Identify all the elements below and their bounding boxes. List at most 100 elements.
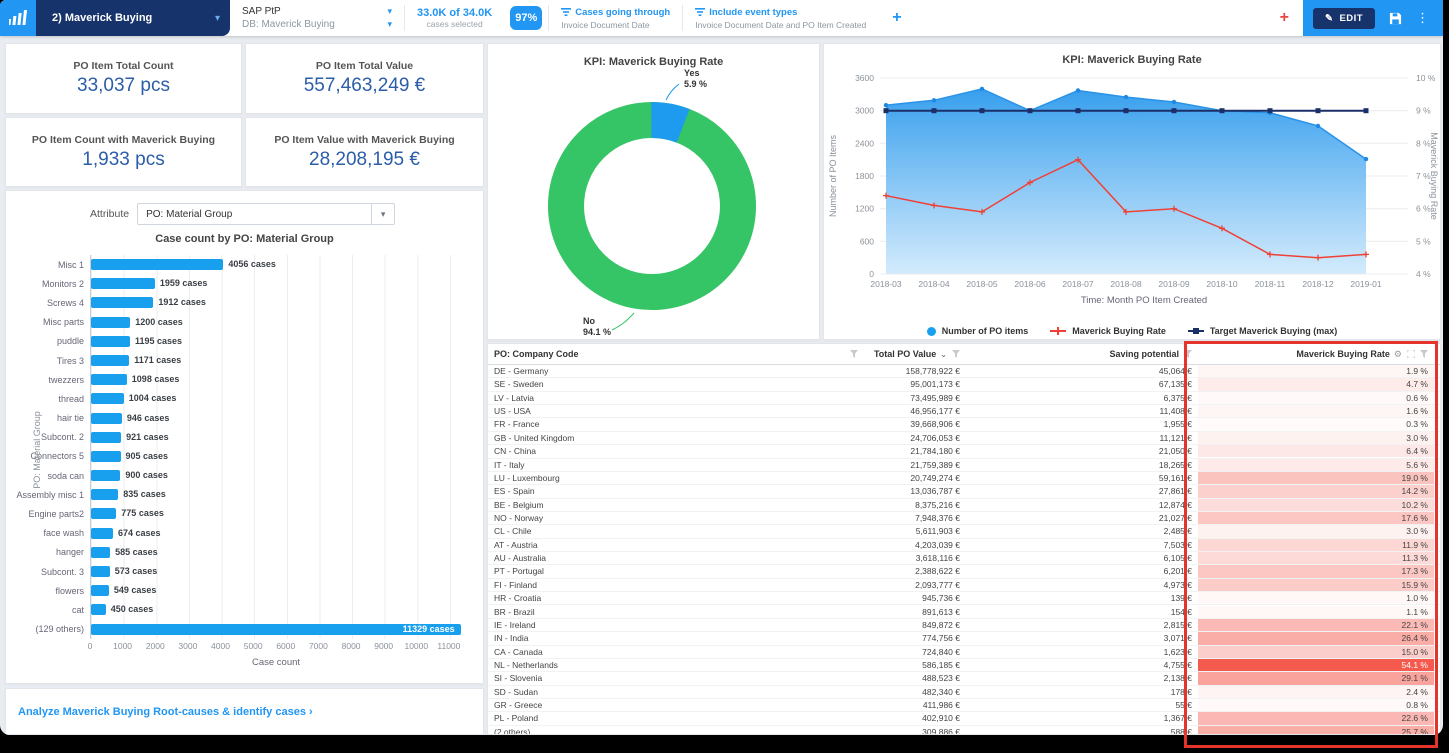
bar-value-label: 900 cases (125, 470, 168, 481)
column-header-maverick-buying-rate[interactable]: Maverick Buying Rate ⚙ (1198, 349, 1434, 360)
bar[interactable] (91, 604, 106, 615)
cell-total-po-value: 309,886 € (864, 726, 966, 735)
table-row[interactable]: CN - China 21,784,180 € 21,050 € 6.4 % (488, 445, 1440, 458)
bar[interactable] (91, 259, 223, 270)
filter-icon[interactable] (850, 350, 858, 358)
attribute-select[interactable]: PO: Material Group ▾ (137, 203, 395, 225)
filter-icon[interactable] (952, 350, 960, 358)
donut-slice-no[interactable] (566, 120, 738, 292)
bar[interactable] (91, 413, 122, 424)
bar[interactable] (91, 470, 120, 481)
gear-icon[interactable]: ⚙ (1394, 349, 1402, 360)
bar-value-label: 905 cases (126, 451, 169, 462)
filter-include-event-types[interactable]: Include event types Invoice Document Dat… (683, 0, 878, 36)
table-row[interactable]: FR - France 39,668,906 € 1,955 € 0.3 % (488, 418, 1440, 431)
bar[interactable] (91, 451, 121, 462)
table-row[interactable]: US - USA 46,956,177 € 11,408 € 1.6 % (488, 405, 1440, 418)
table-row[interactable]: SE - Sweden 95,001,173 € 67,135 € 4.7 % (488, 378, 1440, 391)
bar[interactable]: 11329 cases (91, 624, 461, 635)
bar[interactable] (91, 297, 153, 308)
table-row[interactable]: LU - Luxembourg 20,749,274 € 59,161 € 19… (488, 472, 1440, 485)
bar[interactable] (91, 566, 110, 577)
table-row[interactable]: GB - United Kingdom 24,706,053 € 11,121 … (488, 432, 1440, 445)
bar[interactable] (91, 489, 118, 500)
bar-category-label: soda can (6, 471, 90, 481)
datasource-primary[interactable]: SAP PtP ▾ (242, 6, 392, 17)
table-row[interactable]: CA - Canada 724,840 € 1,623 € 15.0 % (488, 646, 1440, 659)
bar[interactable] (91, 336, 130, 347)
add-filter-button[interactable]: + (878, 9, 915, 27)
cases-count: 33.0K of 34.0K (417, 7, 492, 19)
app-logo[interactable] (0, 0, 36, 36)
table-row[interactable]: IT - Italy 21,759,389 € 18,265 € 5.6 % (488, 459, 1440, 472)
table-row[interactable]: SI - Slovenia 488,523 € 2,138 € 29.1 % (488, 672, 1440, 685)
filter-cases-going-through[interactable]: Cases going through Invoice Document Dat… (549, 0, 682, 36)
table-row[interactable]: NO - Norway 7,948,376 € 21,027 € 17.6 % (488, 512, 1440, 525)
table-row[interactable]: HR - Croatia 945,736 € 139 € 1.0 % (488, 592, 1440, 605)
bar-row: soda can 900 cases (6, 466, 483, 485)
top-bar: 2) Maverick Buying ▾ SAP PtP ▾ DB: Maver… (0, 0, 1443, 36)
table-row[interactable]: CL - Chile 5,611,903 € 2,485 € 3.0 % (488, 525, 1440, 538)
bar[interactable] (91, 393, 124, 404)
column-header-total-po-value[interactable]: Total PO Value ⌄ (864, 349, 966, 359)
bar[interactable] (91, 374, 127, 385)
cell-total-po-value: 21,784,180 € (864, 445, 966, 457)
analysis-selector[interactable]: 2) Maverick Buying ▾ (36, 0, 230, 36)
cell-company-code: LV - Latvia (488, 392, 864, 404)
bar[interactable] (91, 547, 110, 558)
bar[interactable] (91, 278, 155, 289)
edit-button[interactable]: ✎ EDIT (1313, 8, 1375, 29)
cell-saving-potential: 3,071 € (966, 632, 1198, 644)
filter-icon[interactable] (1420, 350, 1428, 358)
table-row[interactable]: NL - Netherlands 586,185 € 4,755 € 54.1 … (488, 659, 1440, 672)
table-row[interactable]: PL - Poland 402,910 € 1,367 € 22.6 % (488, 712, 1440, 725)
svg-text:9 %: 9 % (1416, 106, 1431, 116)
table-row[interactable]: ES - Spain 13,036,787 € 27,861 € 14.2 % (488, 485, 1440, 498)
bar[interactable] (91, 528, 113, 539)
table-row[interactable]: FI - Finland 2,093,777 € 4,973 € 15.9 % (488, 579, 1440, 592)
donut-svg (488, 68, 821, 338)
cell-maverick-buying-rate: 22.6 % (1198, 712, 1434, 724)
table-row[interactable]: LV - Latvia 73,495,989 € 6,375 € 0.6 % (488, 392, 1440, 405)
bar[interactable] (91, 585, 109, 596)
legend-maverick-buying-rate[interactable]: Maverick Buying Rate (1050, 326, 1166, 336)
column-header-company-code[interactable]: PO: Company Code (488, 349, 864, 359)
donut-title: KPI: Maverick Buying Rate (488, 56, 819, 68)
cell-maverick-buying-rate: 14.2 % (1198, 485, 1434, 497)
bar-row: Tires 3 1171 cases (6, 351, 483, 370)
root-cause-link[interactable]: Analyze Maverick Buying Root-causes & id… (18, 706, 313, 718)
table-row[interactable]: (2 others) 309,886 € 588 € 25.7 % (488, 726, 1440, 735)
bar[interactable] (91, 355, 129, 366)
column-header-saving-potential[interactable]: Saving potential (966, 349, 1198, 359)
table-row[interactable]: IE - Ireland 849,872 € 2,815 € 22.1 % (488, 619, 1440, 632)
expand-icon[interactable] (1407, 350, 1415, 358)
bar-row: Assembly misc 1 835 cases (6, 485, 483, 504)
svg-text:2018-07: 2018-07 (1062, 279, 1093, 289)
app-window: 2) Maverick Buying ▾ SAP PtP ▾ DB: Maver… (0, 0, 1443, 735)
table-row[interactable]: PT - Portugal 2,388,622 € 6,201 € 17.3 % (488, 565, 1440, 578)
filter-icon[interactable] (1184, 350, 1192, 358)
table-row[interactable]: IN - India 774,756 € 3,071 € 26.4 % (488, 632, 1440, 645)
table-row[interactable]: AU - Australia 3,618,116 € 6,105 € 11.3 … (488, 552, 1440, 565)
datasource-secondary[interactable]: DB: Maverick Buying ▾ (242, 19, 392, 30)
legend-number-of-po-items[interactable]: Number of PO items (927, 326, 1029, 336)
bar[interactable] (91, 432, 121, 443)
bar[interactable] (91, 317, 130, 328)
save-icon[interactable] (1389, 12, 1402, 25)
legend-target-maverick-buying[interactable]: Target Maverick Buying (max) (1188, 326, 1337, 336)
bar-row: hanger 585 cases (6, 543, 483, 562)
table-row[interactable]: BR - Brazil 891,613 € 154 € 1.1 % (488, 605, 1440, 618)
kebab-menu-icon[interactable]: ⋮ (1416, 10, 1429, 26)
table-row[interactable]: GR - Greece 411,986 € 55 € 0.8 % (488, 699, 1440, 712)
table-row[interactable]: AT - Austria 4,203,039 € 7,503 € 11.9 % (488, 539, 1440, 552)
load-percentage-badge[interactable]: 97% (510, 6, 542, 30)
table-row[interactable]: DE - Germany 158,778,922 € 45,064 € 1.9 … (488, 365, 1440, 378)
table-row[interactable]: SD - Sudan 482,340 € 178 € 2.4 % (488, 686, 1440, 699)
cell-company-code: CA - Canada (488, 646, 864, 658)
bar[interactable] (91, 508, 116, 519)
cell-total-po-value: 945,736 € (864, 592, 966, 604)
cell-company-code: PL - Poland (488, 712, 864, 724)
cases-subtitle: cases selected (417, 19, 492, 29)
add-sheet-button[interactable]: + (1266, 9, 1303, 27)
table-row[interactable]: BE - Belgium 8,375,216 € 12,874 € 10.2 % (488, 499, 1440, 512)
